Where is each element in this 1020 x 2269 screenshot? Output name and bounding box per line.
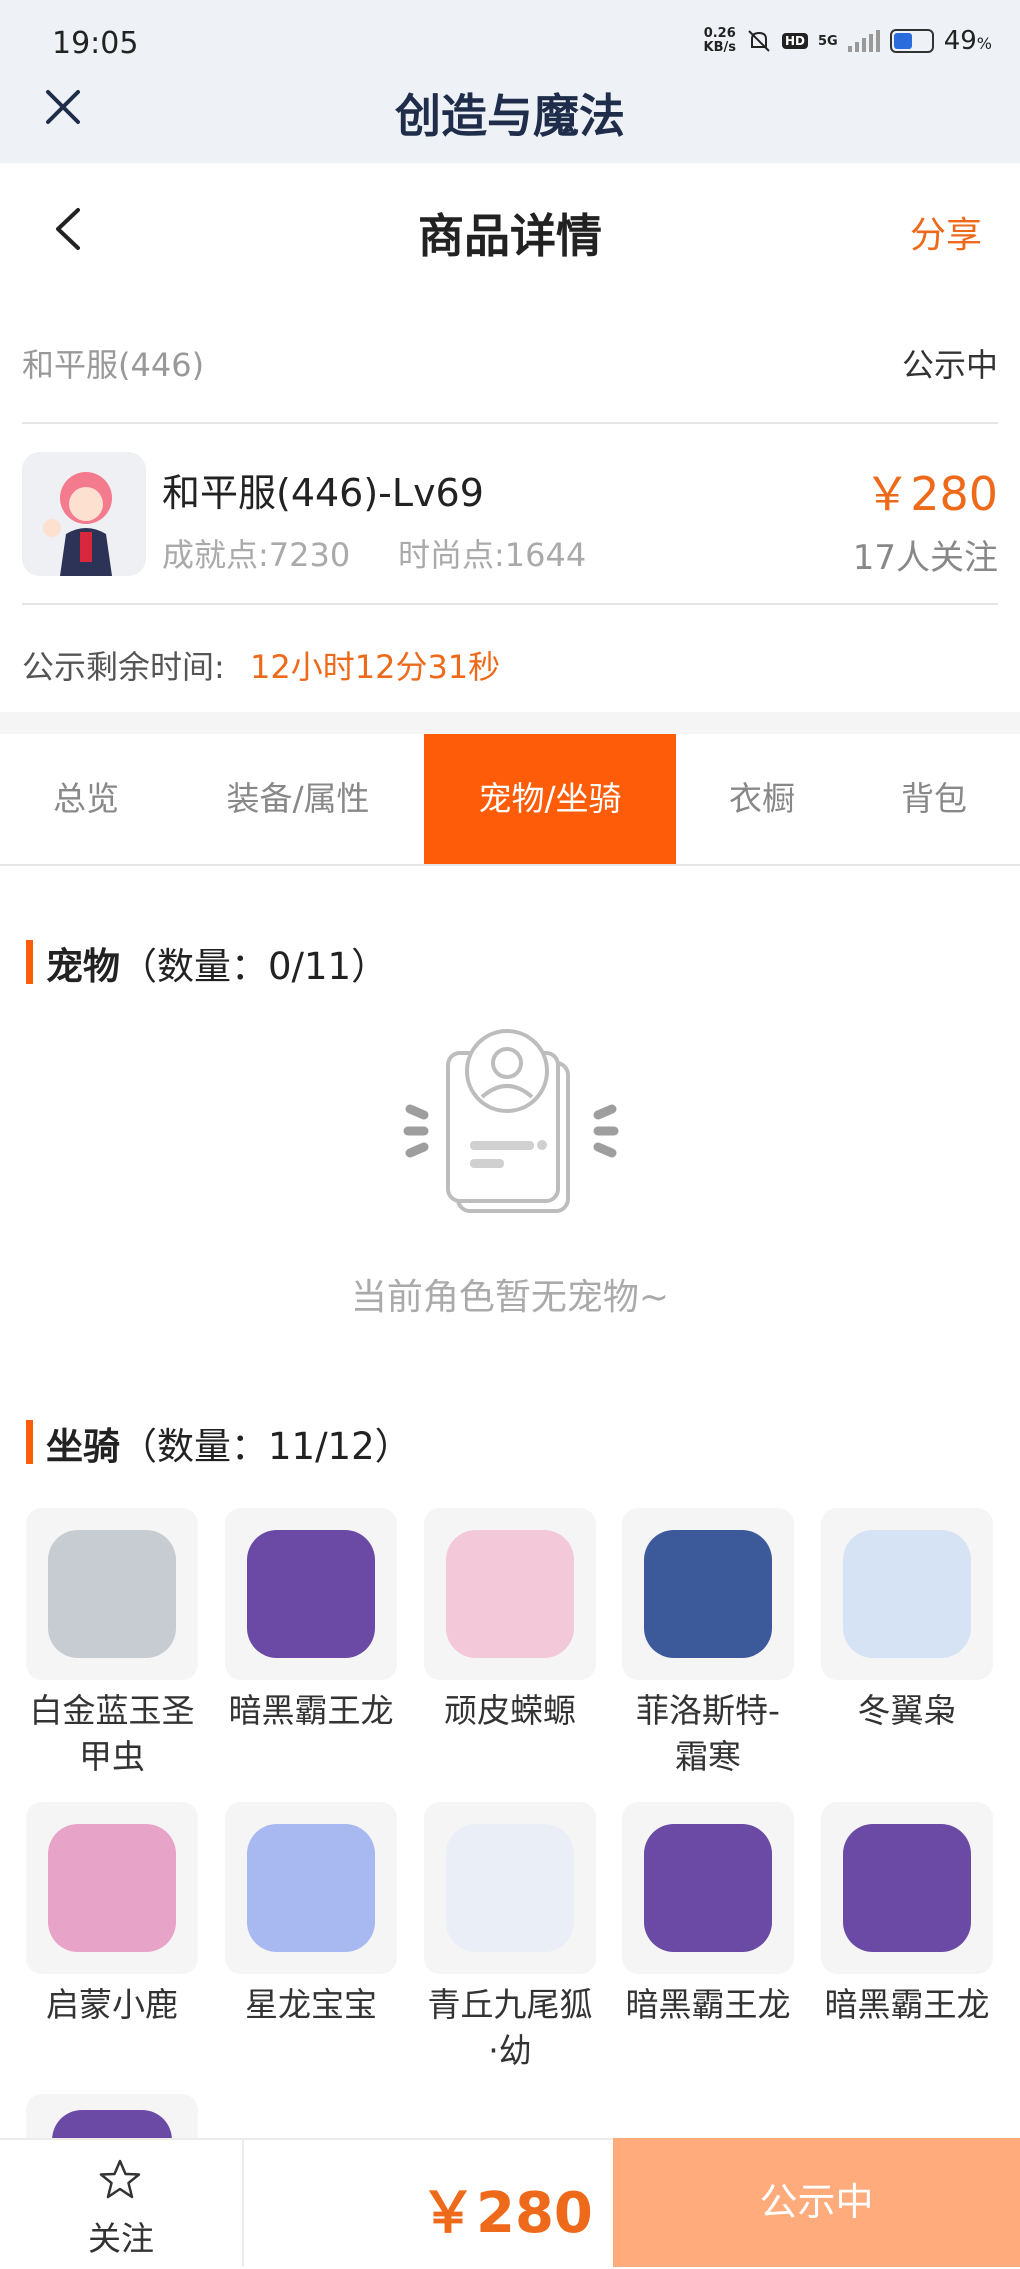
pets-section-title: 宠物（数量：0/11） bbox=[46, 945, 389, 988]
timer-label: 公示剩余时间: bbox=[22, 648, 225, 686]
mounts-section-title: 坐骑（数量：11/12） bbox=[46, 1425, 412, 1468]
network-type: 5G bbox=[817, 33, 838, 49]
section-marker bbox=[26, 940, 33, 984]
mount-name: 青丘九尾狐·幼 bbox=[427, 1985, 593, 2070]
tab-wardrobe[interactable]: 衣橱 bbox=[676, 734, 848, 864]
tab-bar: 总览 装备/属性 宠物/坐骑 衣橱 背包 bbox=[0, 734, 1020, 866]
fashion-points: 时尚点:1644 bbox=[398, 536, 587, 574]
mount-thumbnail bbox=[225, 1802, 397, 1974]
mount-name: 暗黑霸王龙 bbox=[228, 1691, 394, 1730]
mount-item[interactable]: 冬翼枭 bbox=[821, 1508, 993, 1734]
mount-item[interactable]: 白金蓝玉圣甲虫 bbox=[26, 1508, 198, 1780]
listing-status: 公示中 bbox=[901, 346, 998, 384]
mount-item-partial[interactable] bbox=[26, 2094, 198, 2138]
status-time: 19:05 bbox=[52, 26, 139, 61]
share-button[interactable]: 分享 bbox=[910, 206, 982, 258]
mount-item[interactable]: 青丘九尾狐·幼 bbox=[424, 1802, 596, 2074]
divider bbox=[22, 603, 998, 605]
mount-thumbnail bbox=[821, 1802, 993, 1974]
mount-art bbox=[644, 1530, 772, 1658]
tab-overview[interactable]: 总览 bbox=[0, 734, 172, 864]
mount-item[interactable]: 启蒙小鹿 bbox=[26, 1802, 198, 2028]
item-name: 和平服(446)-Lv69 bbox=[162, 471, 484, 515]
empty-profile-icon bbox=[403, 1029, 619, 1213]
mount-art bbox=[48, 1824, 176, 1952]
mount-thumbnail bbox=[26, 1508, 198, 1680]
mount-name: 启蒙小鹿 bbox=[46, 1985, 178, 2024]
divider bbox=[22, 422, 998, 424]
mount-name: 暗黑霸王龙 bbox=[625, 1985, 791, 2024]
section-gap bbox=[0, 712, 1020, 734]
mount-thumbnail bbox=[821, 1508, 993, 1680]
mount-thumbnail bbox=[622, 1508, 794, 1680]
battery-level: 49% bbox=[943, 26, 992, 56]
signal-icon bbox=[847, 30, 880, 52]
mount-name: 暗黑霸王龙 bbox=[824, 1985, 990, 2024]
mount-item[interactable]: 暗黑霸王龙 bbox=[622, 1802, 794, 2028]
bottom-price: ￥280 bbox=[420, 2181, 593, 2246]
mount-thumbnail bbox=[52, 2110, 172, 2138]
mount-name: 顽皮蝾螈 bbox=[444, 1691, 576, 1730]
page-title: 商品详情 bbox=[418, 209, 602, 263]
battery-icon bbox=[889, 29, 934, 53]
mount-item[interactable]: 星龙宝宝 bbox=[225, 1802, 397, 2028]
mount-item[interactable]: 暗黑霸王龙 bbox=[821, 1802, 993, 2028]
character-avatar bbox=[22, 452, 146, 576]
mount-thumbnail bbox=[424, 1508, 596, 1680]
mount-art bbox=[446, 1530, 574, 1658]
mount-item[interactable]: 菲洛斯特-霜寒 bbox=[622, 1508, 794, 1780]
status-button[interactable]: 公示中 bbox=[613, 2138, 1020, 2267]
mount-art bbox=[446, 1824, 574, 1952]
mount-art bbox=[247, 1530, 375, 1658]
tab-backpack[interactable]: 背包 bbox=[848, 734, 1020, 864]
mount-name: 星龙宝宝 bbox=[245, 1985, 377, 2024]
hd-badge: HD bbox=[781, 33, 808, 49]
mount-name: 菲洛斯特-霜寒 bbox=[636, 1691, 780, 1776]
pets-empty-text: 当前角色暂无宠物~ bbox=[350, 1277, 670, 1318]
mount-art bbox=[843, 1530, 971, 1658]
timer-value: 12小时12分31秒 bbox=[250, 648, 501, 686]
mount-name: 白金蓝玉圣甲虫 bbox=[29, 1691, 195, 1776]
server-name: 和平服(446) bbox=[22, 346, 205, 384]
follower-count: 17人关注 bbox=[852, 538, 998, 578]
mount-item[interactable]: 顽皮蝾螈 bbox=[424, 1508, 596, 1734]
mount-name: 冬翼枭 bbox=[857, 1691, 957, 1730]
mount-thumbnail bbox=[424, 1802, 596, 1974]
mount-art bbox=[644, 1824, 772, 1952]
mount-art bbox=[247, 1824, 375, 1952]
tab-pets-mounts[interactable]: 宠物/坐骑 bbox=[424, 734, 676, 864]
mount-thumbnail bbox=[225, 1508, 397, 1680]
mount-art bbox=[48, 1530, 176, 1658]
mount-item[interactable]: 暗黑霸王龙 bbox=[225, 1508, 397, 1734]
section-marker bbox=[26, 1420, 33, 1464]
app-title: 创造与魔法 bbox=[395, 89, 625, 143]
follow-label[interactable]: 关注 bbox=[0, 2212, 242, 2260]
mount-thumbnail bbox=[26, 1802, 198, 1974]
star-icon[interactable] bbox=[98, 2158, 142, 2202]
achievement-points: 成就点:7230 bbox=[162, 536, 351, 574]
tab-equipment[interactable]: 装备/属性 bbox=[172, 734, 424, 864]
mute-bell-icon bbox=[748, 30, 770, 52]
status-icons: 0.26 KB/s HD 5G 49% bbox=[704, 26, 993, 56]
mount-art bbox=[843, 1824, 971, 1952]
network-speed: 0.26 KB/s bbox=[703, 26, 736, 55]
item-price: ￥280 bbox=[864, 467, 998, 521]
mount-thumbnail bbox=[622, 1802, 794, 1974]
